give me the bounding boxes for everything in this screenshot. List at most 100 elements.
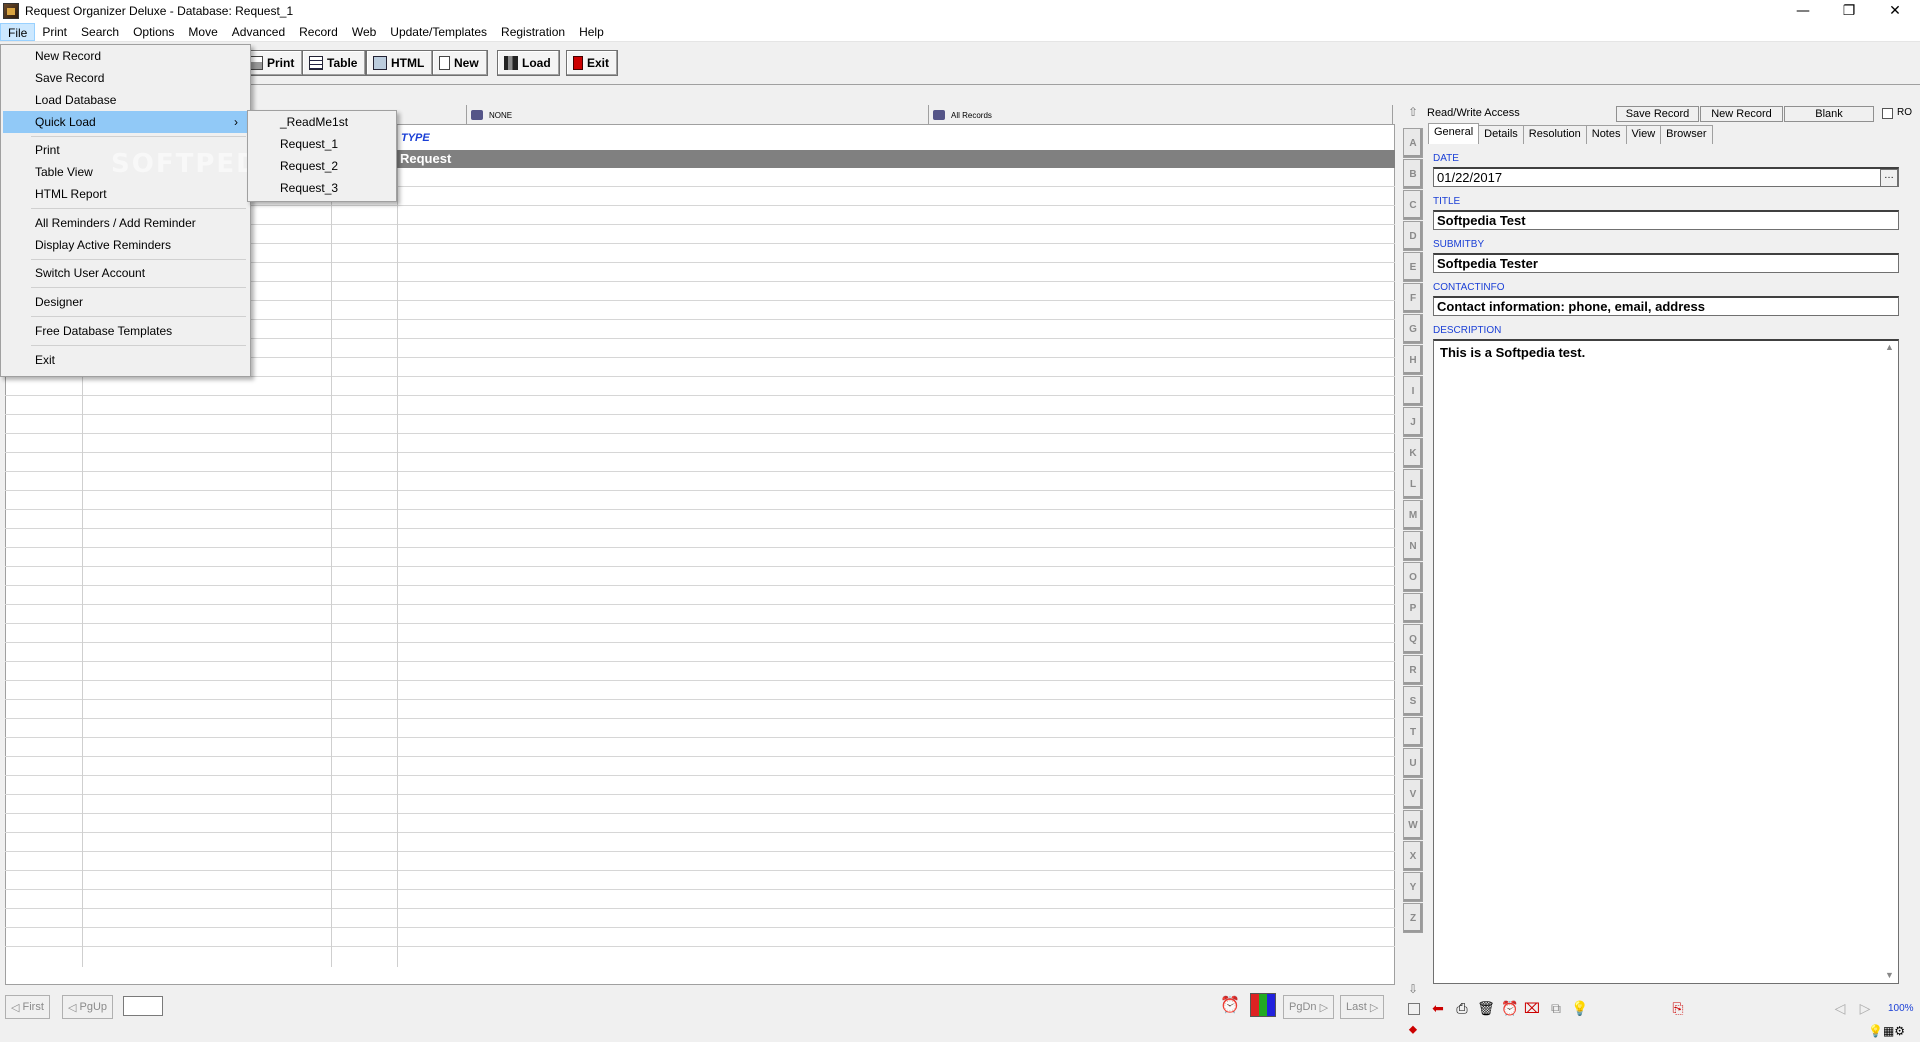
alpha-index-n[interactable]: N: [1403, 531, 1423, 561]
menu-free-templates[interactable]: Free Database Templates: [3, 320, 248, 342]
alpha-index-y[interactable]: Y: [1403, 872, 1423, 902]
alpha-index-r[interactable]: R: [1403, 655, 1423, 685]
alpha-index-t[interactable]: T: [1403, 717, 1423, 747]
menu-designer[interactable]: Designer: [3, 291, 248, 313]
menu-advanced[interactable]: Advanced: [225, 23, 292, 41]
alpha-index-i[interactable]: I: [1403, 376, 1423, 406]
color-grid-icon[interactable]: [1250, 993, 1276, 1017]
toolbar-exit-button[interactable]: Exit: [566, 50, 619, 76]
toolbar-new-button[interactable]: New: [432, 50, 488, 76]
restore-button[interactable]: ❐: [1826, 0, 1872, 22]
alpha-index-j[interactable]: J: [1403, 407, 1423, 437]
alpha-index-w[interactable]: W: [1403, 810, 1423, 840]
pgdn-button[interactable]: PgDn ▷: [1283, 995, 1335, 1019]
group-filter[interactable]: NONE: [467, 105, 929, 125]
pgup-button[interactable]: ◁ PgUp: [62, 995, 114, 1019]
menu-table-view[interactable]: Table View: [3, 161, 248, 183]
menu-search[interactable]: Search: [74, 23, 126, 41]
copy-icon[interactable]: ⧉: [1546, 998, 1566, 1020]
tab-view[interactable]: View: [1625, 125, 1662, 144]
column-header-type[interactable]: TYPE: [395, 130, 1395, 147]
menu-html-report[interactable]: HTML Report: [3, 183, 248, 205]
alpha-index-u[interactable]: U: [1403, 748, 1423, 778]
page-input[interactable]: [123, 996, 163, 1016]
menu-save-record[interactable]: Save Record: [3, 67, 248, 89]
next-record-icon[interactable]: ▷: [1855, 998, 1875, 1020]
date-picker-button[interactable]: …: [1880, 169, 1898, 187]
menu-help[interactable]: Help: [572, 23, 611, 41]
close-button[interactable]: ✕: [1872, 0, 1918, 22]
menu-all-reminders[interactable]: All Reminders / Add Reminder: [3, 212, 248, 234]
print-record-icon[interactable]: ⎙: [1452, 998, 1472, 1020]
alpha-index-a[interactable]: A: [1403, 128, 1423, 158]
alpha-index-z[interactable]: Z: [1403, 903, 1423, 933]
tab-resolution[interactable]: Resolution: [1522, 125, 1587, 144]
menu-load-database[interactable]: Load Database: [3, 89, 248, 111]
quick-load-request-1[interactable]: Request_1: [250, 133, 395, 155]
menu-new-record[interactable]: New Record: [3, 45, 248, 67]
alpha-index-x[interactable]: X: [1403, 841, 1423, 871]
delete-icon[interactable]: 🗑: [1476, 998, 1496, 1020]
alpha-index-p[interactable]: P: [1403, 593, 1423, 623]
minimize-button[interactable]: —: [1780, 0, 1826, 22]
alpha-index-c[interactable]: C: [1403, 190, 1423, 220]
alpha-index-o[interactable]: O: [1403, 562, 1423, 592]
menu-quick-load[interactable]: Quick Load ›: [3, 111, 248, 133]
menu-switch-user[interactable]: Switch User Account: [3, 262, 248, 284]
menu-record[interactable]: Record: [292, 23, 345, 41]
first-button[interactable]: ◁ First: [5, 995, 50, 1019]
contactinfo-field[interactable]: Contact information: phone, email, addre…: [1433, 296, 1899, 316]
cancel-reminder-icon[interactable]: ⌧: [1522, 998, 1542, 1020]
alpha-index-v[interactable]: V: [1403, 779, 1423, 809]
lightbulb-icon[interactable]: 💡: [1570, 998, 1590, 1020]
menu-print[interactable]: Print: [35, 23, 74, 41]
alpha-index-f[interactable]: F: [1403, 283, 1423, 313]
tab-browser[interactable]: Browser: [1660, 125, 1713, 144]
scroll-down-icon[interactable]: ▼: [1885, 970, 1894, 980]
tab-notes[interactable]: Notes: [1585, 125, 1627, 144]
toolbar-html-button[interactable]: HTML: [366, 50, 434, 76]
alpha-scroll-up-icon[interactable]: ⇧: [1405, 105, 1421, 125]
quick-load-request-2[interactable]: Request_2: [250, 155, 395, 177]
alpha-index-k[interactable]: K: [1403, 438, 1423, 468]
new-record-button[interactable]: New Record: [1700, 106, 1783, 122]
last-button[interactable]: Last ▷: [1340, 995, 1385, 1019]
alpha-scroll-down-icon[interactable]: ⇩: [1405, 982, 1421, 1002]
back-arrow-icon[interactable]: ⬅: [1428, 998, 1448, 1020]
toolbar-table-button[interactable]: Table: [302, 50, 367, 76]
toolbar-load-button[interactable]: Load: [497, 50, 560, 76]
blank-button[interactable]: Blank: [1784, 106, 1874, 122]
menu-exit[interactable]: Exit: [3, 349, 248, 371]
menu-registration[interactable]: Registration: [494, 23, 572, 41]
title-field[interactable]: Softpedia Test: [1433, 210, 1899, 230]
ro-checkbox[interactable]: [1882, 108, 1893, 119]
selected-row[interactable]: Request: [395, 150, 1395, 168]
reminder-record-icon[interactable]: ⏰: [1500, 998, 1520, 1020]
alpha-index-h[interactable]: H: [1403, 345, 1423, 375]
date-field[interactable]: 01/22/2017: [1433, 167, 1899, 187]
export-icon[interactable]: ⎘: [1668, 998, 1688, 1020]
quick-load-request-3[interactable]: Request_3: [250, 177, 395, 199]
menu-print-item[interactable]: Print: [3, 139, 248, 161]
reminder-icon[interactable]: ⏰: [1215, 993, 1245, 1017]
toolbar-print-button[interactable]: Print: [242, 50, 304, 76]
alpha-index-m[interactable]: M: [1403, 500, 1423, 530]
menu-display-reminders[interactable]: Display Active Reminders: [3, 234, 248, 256]
menu-update-templates[interactable]: Update/Templates: [383, 23, 494, 41]
menu-web[interactable]: Web: [345, 23, 383, 41]
menu-move[interactable]: Move: [181, 23, 224, 41]
tab-details[interactable]: Details: [1478, 125, 1524, 144]
menu-options[interactable]: Options: [126, 23, 181, 41]
alpha-index-l[interactable]: L: [1403, 469, 1423, 499]
alpha-index-q[interactable]: Q: [1403, 624, 1423, 654]
quick-load-readme[interactable]: _ReadMe1st: [250, 111, 395, 133]
prev-record-icon[interactable]: ◁: [1830, 998, 1850, 1020]
save-record-button[interactable]: Save Record: [1616, 106, 1699, 122]
alpha-index-g[interactable]: G: [1403, 314, 1423, 344]
records-filter[interactable]: All Records: [929, 105, 1393, 125]
description-field[interactable]: This is a Softpedia test.: [1433, 339, 1899, 984]
tab-general[interactable]: General: [1428, 123, 1480, 144]
menu-file[interactable]: File: [0, 22, 36, 41]
scroll-up-icon[interactable]: ▲: [1885, 342, 1894, 352]
alpha-index-d[interactable]: D: [1403, 221, 1423, 251]
